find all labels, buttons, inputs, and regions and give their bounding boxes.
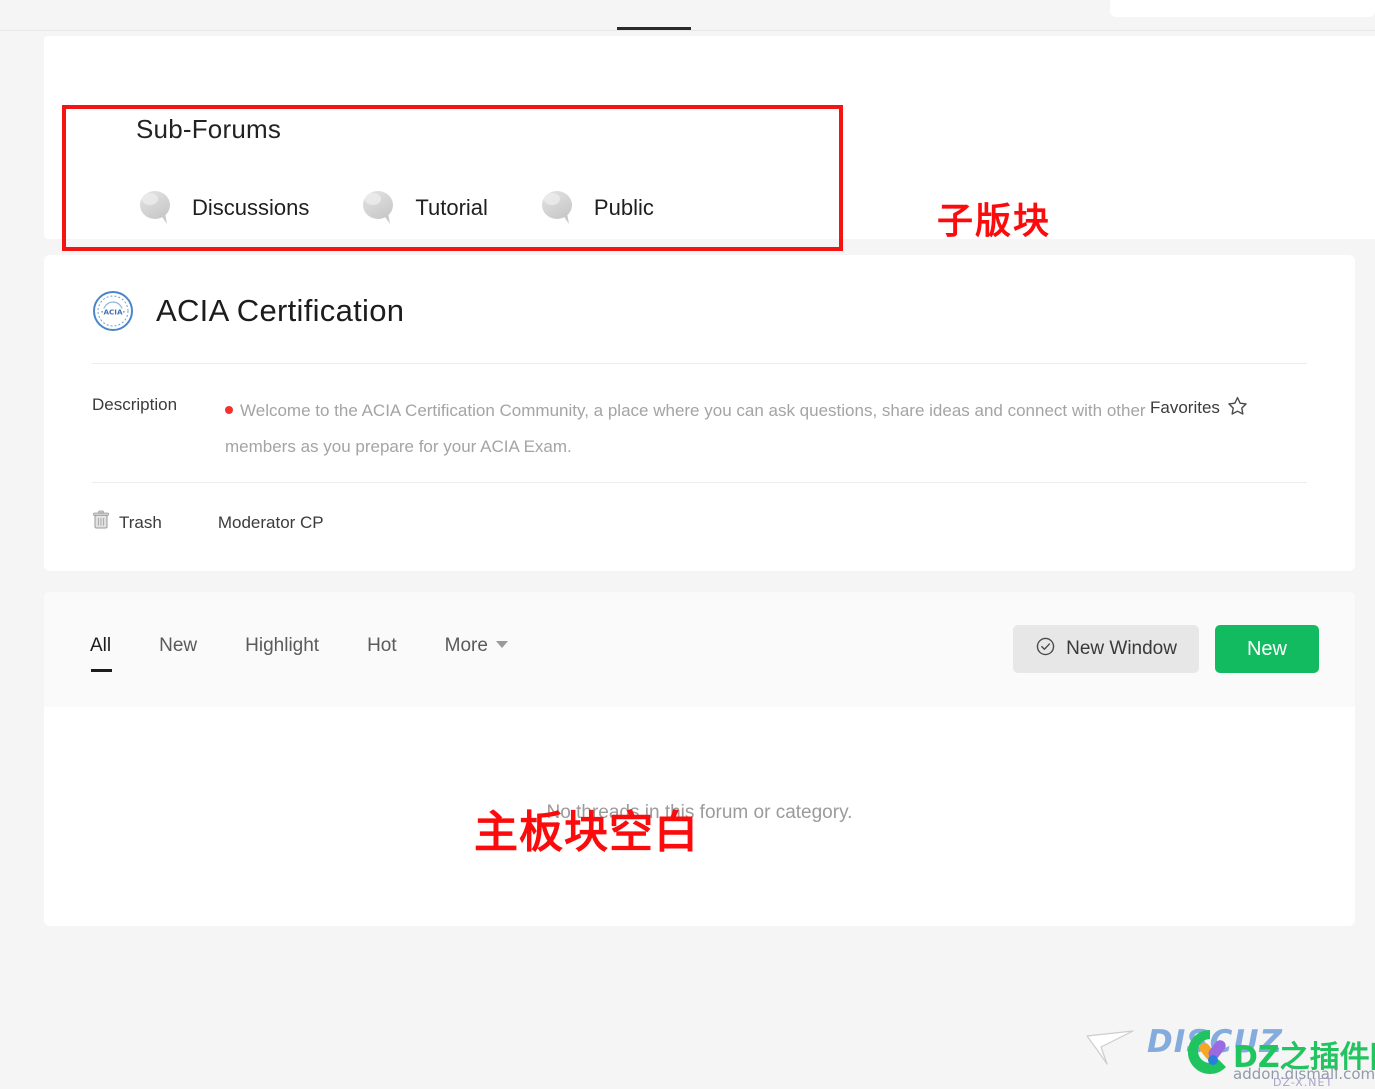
forum-header-card: ·ACIA· ACIA Certification Description We…: [44, 255, 1355, 571]
annotation-label-subforums: 子版块: [937, 201, 1052, 242]
speech-bubble-icon: [359, 188, 399, 228]
trash-label: Trash: [119, 512, 162, 532]
page-root: Sub-Forums Discussions Tutorial Public 子…: [0, 0, 1375, 1089]
tab-label: New: [159, 635, 198, 656]
thread-filter-tabs: All New Highlight Hot More: [90, 635, 556, 672]
description-label: Description: [92, 395, 178, 414]
sub-forum-item-tutorial[interactable]: Tutorial: [359, 188, 488, 228]
trash-icon: [92, 510, 110, 535]
favorites-label: Favorites: [1150, 398, 1220, 417]
tab-label: More: [444, 635, 488, 656]
toolbar-actions: New Window New: [1013, 625, 1319, 673]
forum-divider-top: [92, 363, 1307, 364]
sub-forum-label: Discussions: [192, 195, 310, 220]
forum-title: ACIA Certification: [156, 293, 405, 328]
sub-forum-label: Public: [593, 195, 654, 220]
tab-label: All: [90, 635, 112, 656]
tab-hot[interactable]: Hot: [367, 635, 397, 657]
acia-seal-icon: ·ACIA·: [92, 290, 134, 332]
top-right-panel: [1110, 0, 1375, 17]
check-circle-icon: [1035, 636, 1056, 663]
speech-bubble-icon: [538, 188, 578, 228]
sub-forum-item-public[interactable]: Public: [538, 188, 654, 228]
new-thread-button[interactable]: New: [1214, 625, 1319, 673]
top-divider: [0, 30, 1375, 31]
new-window-button[interactable]: New Window: [1013, 625, 1199, 673]
moderation-row: Trash Moderator CP: [92, 510, 324, 535]
forum-description-row: Description Welcome to the ACIA Certific…: [92, 393, 1307, 465]
tab-more[interactable]: More: [445, 635, 508, 657]
svg-text:·ACIA·: ·ACIA·: [101, 307, 126, 316]
tab-new[interactable]: New: [159, 635, 197, 657]
forum-divider-bottom: [92, 482, 1307, 483]
moderator-cp-link[interactable]: Moderator CP: [218, 513, 324, 533]
description-body: Welcome to the ACIA Certification Commun…: [225, 393, 1150, 465]
star-outline-icon: [1227, 395, 1248, 421]
bottom-area: [0, 926, 1375, 1089]
sub-forum-item-discussions[interactable]: Discussions: [136, 188, 309, 228]
tab-highlight[interactable]: Highlight: [245, 635, 319, 657]
thread-list-card: All New Highlight Hot More New Window Ne…: [44, 592, 1355, 926]
top-strip: [0, 0, 1375, 31]
description-text: Welcome to the ACIA Certification Commun…: [225, 401, 1146, 456]
tab-all[interactable]: All: [90, 635, 113, 672]
status-dot-icon: [225, 406, 233, 414]
new-window-label: New Window: [1066, 638, 1177, 659]
thread-toolbar: All New Highlight Hot More New Window Ne…: [44, 592, 1355, 707]
favorites-button[interactable]: Favorites: [1150, 393, 1248, 421]
chevron-down-icon: [495, 641, 508, 648]
tab-label: Highlight: [245, 635, 320, 656]
trash-link[interactable]: Trash: [92, 510, 162, 535]
speech-bubble-icon: [136, 188, 176, 228]
subforums-list: Discussions Tutorial Public: [136, 188, 704, 228]
tab-label: Hot: [367, 635, 397, 656]
forum-title-row: ·ACIA· ACIA Certification: [92, 290, 404, 332]
empty-state-message: No threads in this forum or category.: [546, 802, 853, 823]
subforums-title: Sub-Forums: [136, 114, 282, 144]
subforums-card: Sub-Forums Discussions Tutorial Public: [44, 36, 1375, 239]
sub-forum-label: Tutorial: [415, 195, 488, 220]
